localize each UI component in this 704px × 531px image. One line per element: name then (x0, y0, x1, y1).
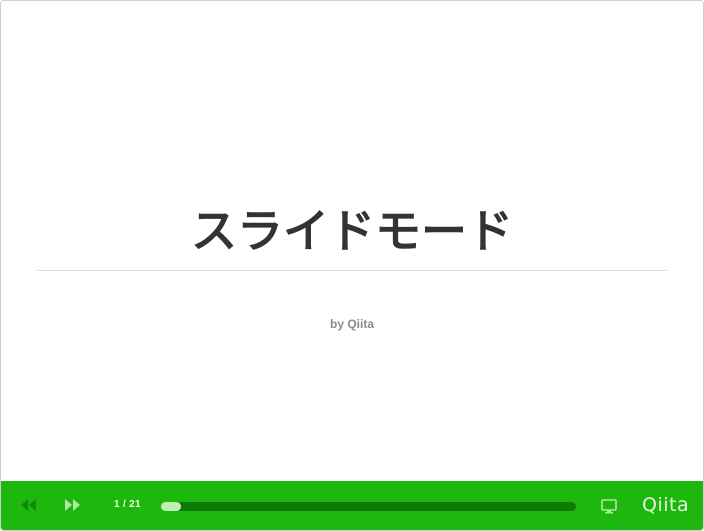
slide-author: by Qiita (329, 317, 374, 331)
previous-slide-button[interactable] (19, 495, 39, 515)
progress-bar[interactable] (161, 502, 576, 511)
qiita-logo[interactable]: Qiita (642, 494, 689, 516)
monitor-icon (601, 499, 617, 514)
progress-fill (161, 502, 181, 511)
slide-canvas: スライドモード by Qiita (1, 1, 703, 481)
title-divider (37, 270, 667, 271)
page-counter: 1 / 21 (114, 499, 141, 510)
rewind-icon (21, 499, 36, 511)
next-slide-button[interactable] (62, 495, 82, 515)
presentation-mode-button[interactable] (600, 497, 618, 515)
slide-title: スライドモード (191, 205, 513, 257)
fast-forward-icon (65, 499, 80, 511)
slide-viewer: スライドモード by Qiita 1 / 21 Qiita (0, 0, 704, 531)
slide-controls-bar: 1 / 21 Qiita (1, 481, 703, 530)
